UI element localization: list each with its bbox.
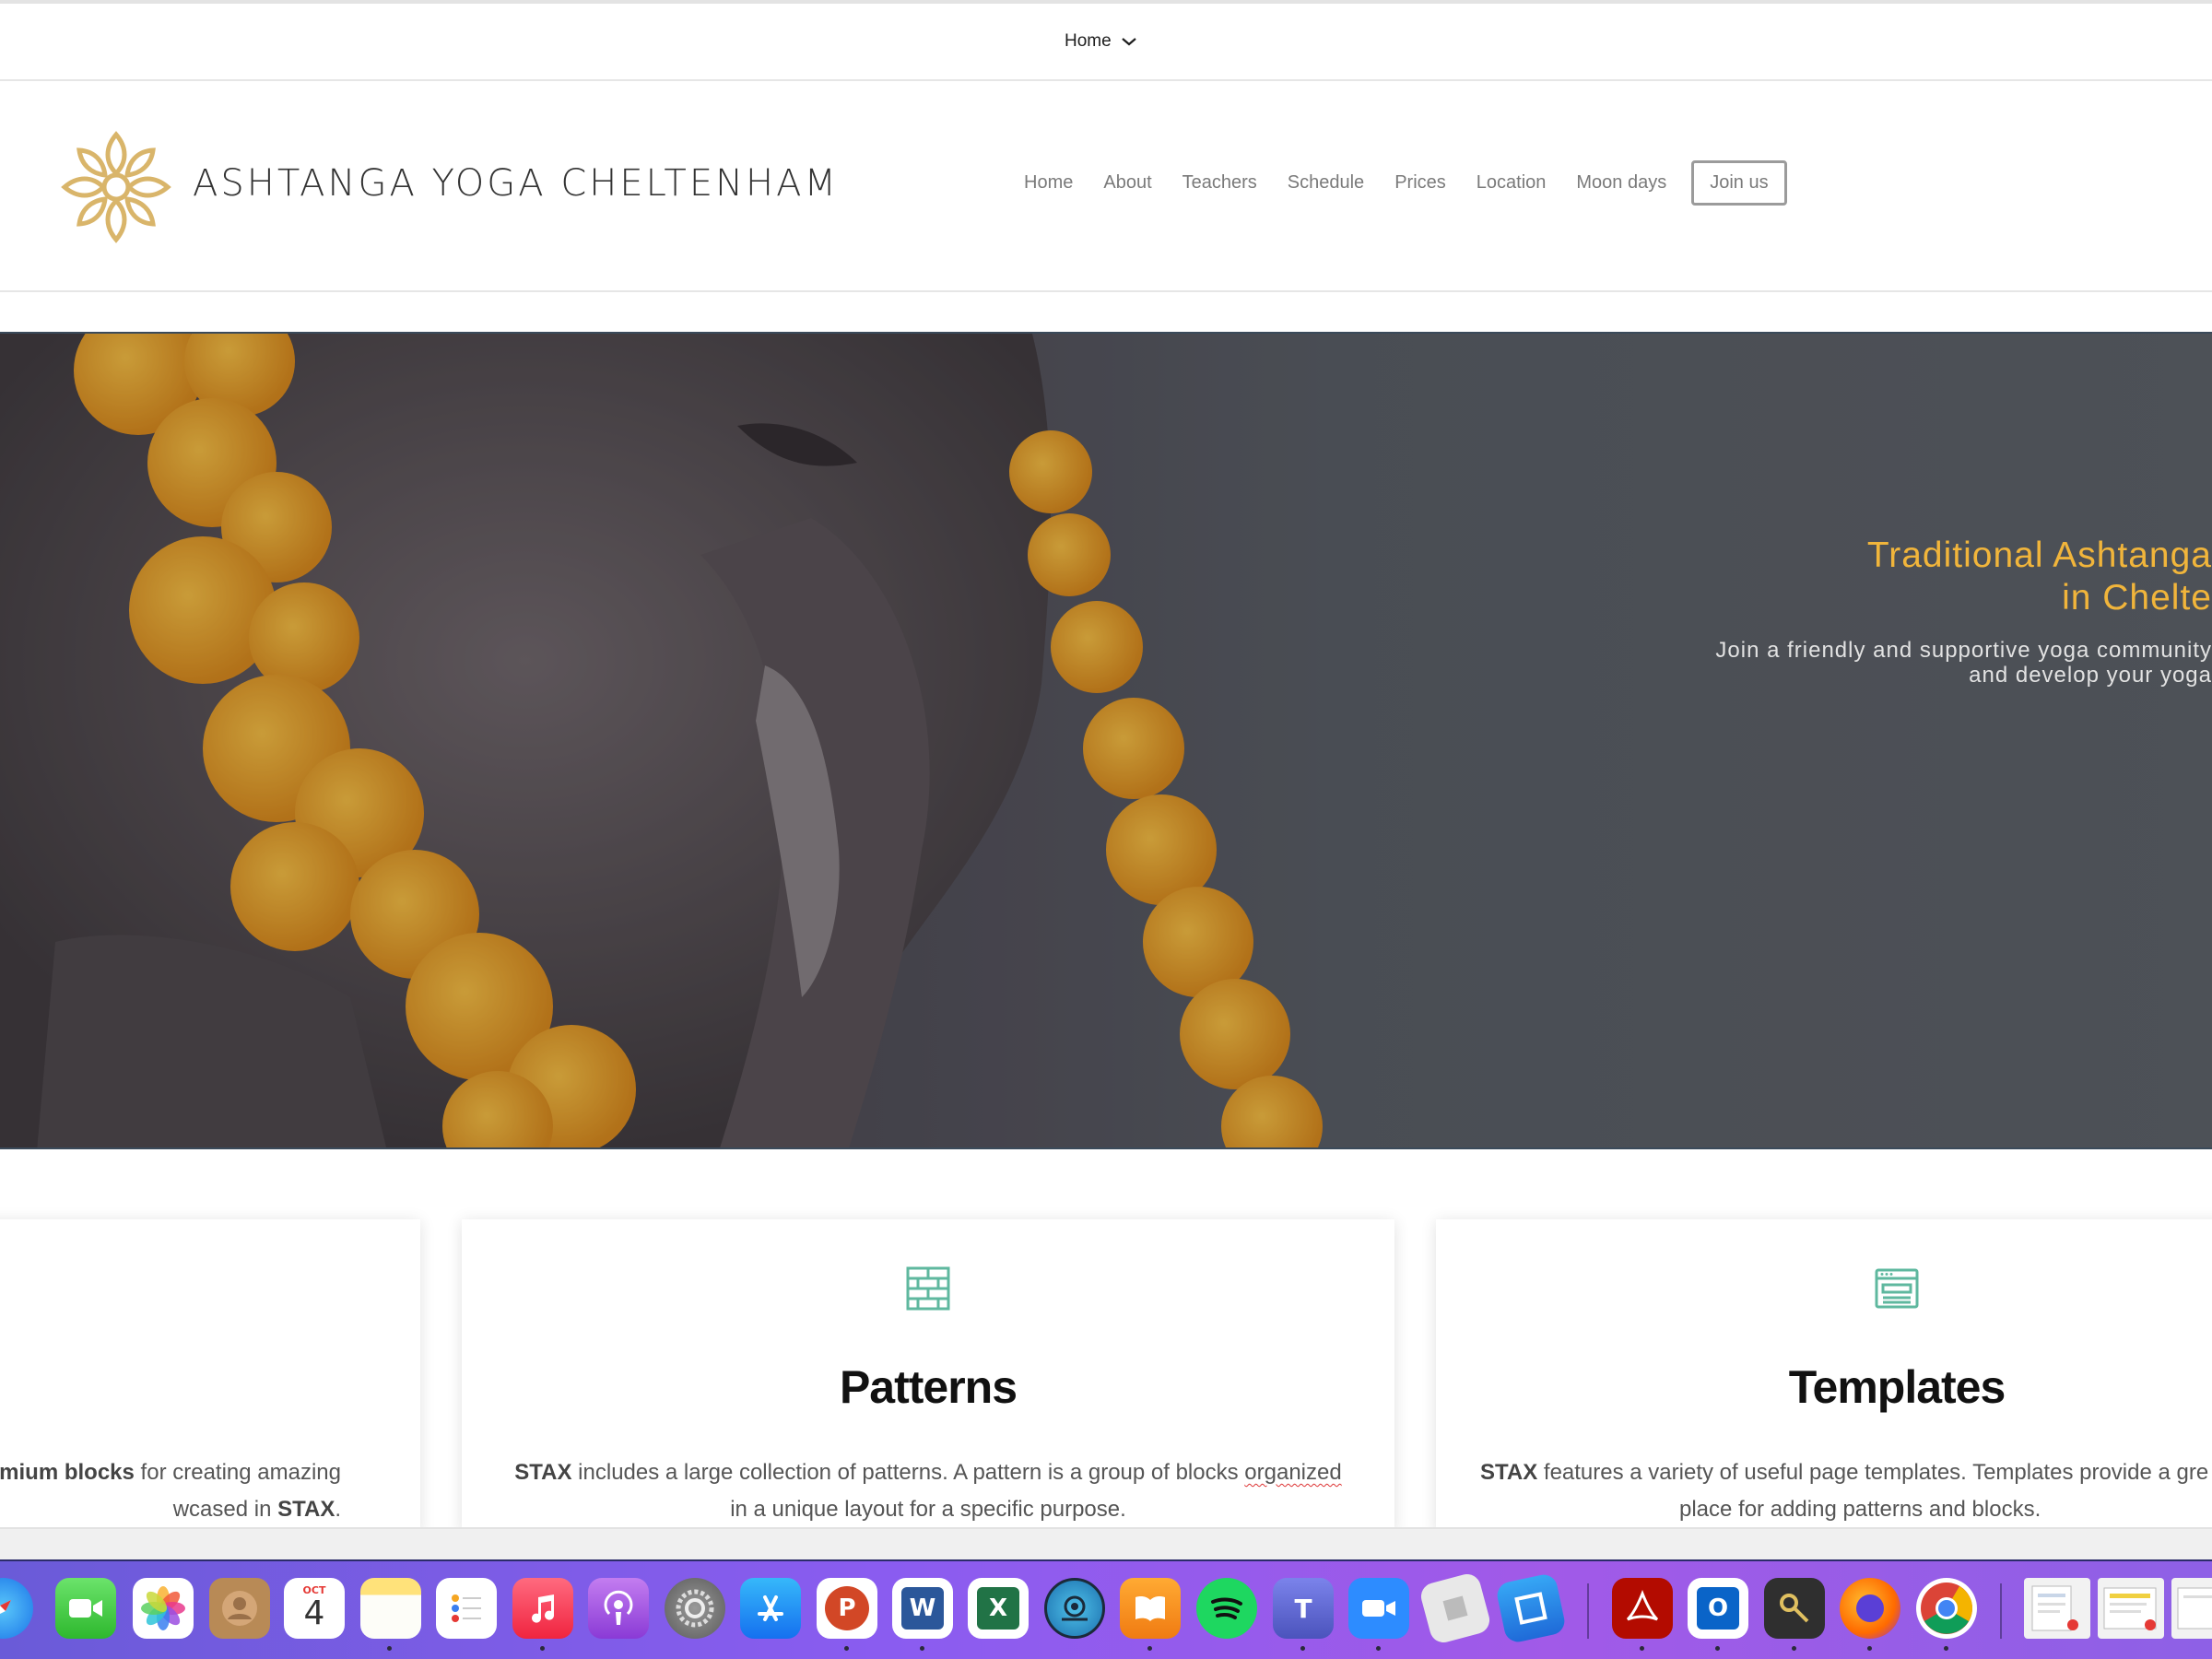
- chrome-icon[interactable]: [1916, 1578, 1977, 1639]
- nav-location[interactable]: Location: [1477, 172, 1547, 194]
- hero-banner: Traditional Ashtanga in Chelte Join a fr…: [0, 332, 2212, 1149]
- running-indicator: [920, 1646, 924, 1651]
- calendar-day: 4: [303, 1594, 325, 1632]
- hero-title-line-1: Traditional Ashtanga: [1866, 535, 2212, 575]
- card-text: in a unique layout for a specific purpos…: [730, 1497, 1126, 1522]
- browser-viewport: { "editor_bar": { "page_label": "Home" }…: [0, 0, 2212, 1659]
- running-indicator: [1792, 1646, 1796, 1651]
- card-text: for creating amazing: [134, 1460, 341, 1485]
- document-stack-icon[interactable]: [2171, 1578, 2212, 1639]
- card-description: STAX features a variety of useful page t…: [1480, 1454, 2212, 1528]
- card-text-bold: mium blocks: [0, 1460, 135, 1485]
- macos-dock: OCT 4 P W X T O: [0, 1559, 2212, 1659]
- card-description: STAX includes a large collection of patt…: [499, 1454, 1358, 1528]
- document-stack-icon[interactable]: [2024, 1578, 2090, 1639]
- editor-top-bar: Home: [0, 0, 2212, 81]
- spellcheck-word[interactable]: organized: [1244, 1460, 1341, 1485]
- dock-separator: [2000, 1583, 2002, 1639]
- running-indicator: [387, 1646, 392, 1651]
- card-title: Templates: [1788, 1361, 2006, 1413]
- card-text: includes a large collection of patterns.…: [571, 1460, 1245, 1485]
- running-indicator: [1715, 1646, 1720, 1651]
- outlook-icon[interactable]: O: [1688, 1578, 1748, 1639]
- page-selector[interactable]: Home: [1065, 31, 1137, 52]
- feature-card-blocks: s mium blocks for creating amazing wcase…: [0, 1219, 420, 1533]
- excel-icon[interactable]: X: [968, 1578, 1029, 1639]
- roblox-studio-icon[interactable]: [1494, 1571, 1568, 1645]
- photos-icon[interactable]: [133, 1578, 194, 1639]
- acrobat-icon[interactable]: [1612, 1578, 1673, 1639]
- nav-teachers[interactable]: Teachers: [1182, 172, 1257, 194]
- document-stack-icon[interactable]: [2098, 1578, 2164, 1639]
- firefox-icon[interactable]: [1840, 1578, 1900, 1639]
- chevron-down-icon: [1121, 38, 1136, 46]
- hero-subtitle-line-2: and develop your yoga: [1969, 663, 2212, 688]
- site-title[interactable]: ASHTANGA YOGA CHELTENHAM: [193, 162, 839, 205]
- roblox-icon[interactable]: [1418, 1571, 1493, 1646]
- hero-subtitle: Join a friendly and supportive yoga comm…: [1715, 638, 2212, 688]
- notes-icon[interactable]: [360, 1578, 421, 1639]
- nav-prices[interactable]: Prices: [1394, 172, 1446, 194]
- podcasts-icon[interactable]: [588, 1578, 649, 1639]
- system-settings-icon[interactable]: [665, 1578, 725, 1639]
- card-text: features a variety of useful page templa…: [1537, 1460, 2209, 1485]
- nav-home[interactable]: Home: [1024, 172, 1073, 194]
- nav-about[interactable]: About: [1103, 172, 1151, 194]
- mandala-logo-icon[interactable]: [61, 127, 171, 247]
- teams-icon[interactable]: T: [1273, 1578, 1334, 1639]
- books-icon[interactable]: [1120, 1578, 1181, 1639]
- card-text-bold: STAX: [514, 1460, 572, 1485]
- hero-title-line-2: in Chelte: [2062, 578, 2212, 618]
- layout-template-icon: [1875, 1268, 1919, 1309]
- card-text: place for adding patterns and blocks.: [1679, 1497, 2041, 1522]
- feature-cards-section: s mium blocks for creating amazing wcase…: [0, 1149, 2212, 1533]
- calendar-icon[interactable]: OCT 4: [284, 1578, 345, 1639]
- keychain-icon[interactable]: [1764, 1578, 1825, 1639]
- feature-card-patterns: Patterns STAX includes a large collectio…: [462, 1219, 1394, 1533]
- feature-card-templates: Templates STAX features a variety of use…: [1436, 1219, 2212, 1533]
- running-indicator: [1640, 1646, 1644, 1651]
- screen-capture-icon[interactable]: [1044, 1578, 1105, 1639]
- dock-separator: [1587, 1583, 1589, 1639]
- facetime-icon[interactable]: [55, 1578, 116, 1639]
- running-indicator: [844, 1646, 849, 1651]
- zoom-icon[interactable]: [1348, 1578, 1409, 1639]
- site-header: ASHTANGA YOGA CHELTENHAM Home About Teac…: [0, 81, 2212, 292]
- running-indicator: [1867, 1646, 1872, 1651]
- spotify-icon[interactable]: [1196, 1578, 1257, 1639]
- reminders-icon[interactable]: [436, 1578, 497, 1639]
- browser-bottom-strip: [0, 1527, 2212, 1559]
- nav-schedule[interactable]: Schedule: [1288, 172, 1364, 194]
- hero-subtitle-line-1: Join a friendly and supportive yoga comm…: [1715, 638, 2212, 663]
- brick-wall-icon: [906, 1266, 950, 1311]
- music-icon[interactable]: [512, 1578, 573, 1639]
- nav-moon-days[interactable]: Moon days: [1576, 172, 1666, 194]
- running-indicator: [1147, 1646, 1152, 1651]
- contacts-icon[interactable]: [209, 1578, 270, 1639]
- powerpoint-icon[interactable]: P: [817, 1578, 877, 1639]
- ganesha-statue-image: [0, 334, 2212, 1147]
- hero-title: Traditional Ashtanga in Chelte: [1867, 535, 2212, 619]
- page-selector-label: Home: [1065, 31, 1112, 51]
- card-description: mium blocks for creating amazing wcased …: [0, 1454, 341, 1528]
- word-icon[interactable]: W: [892, 1578, 953, 1639]
- card-title: Patterns: [839, 1361, 1018, 1413]
- running-indicator: [1376, 1646, 1381, 1651]
- running-indicator: [1944, 1646, 1948, 1651]
- join-us-button[interactable]: Join us: [1691, 160, 1787, 206]
- card-text: wcased in: [172, 1497, 278, 1522]
- main-navigation: Home About Teachers Schedule Prices Loca…: [1024, 160, 1787, 206]
- card-text-bold: STAX: [1480, 1460, 1538, 1485]
- card-text: .: [335, 1497, 341, 1522]
- card-text-bold: STAX: [277, 1497, 335, 1522]
- running-indicator: [540, 1646, 545, 1651]
- app-store-icon[interactable]: [740, 1578, 801, 1639]
- safari-icon[interactable]: [0, 1578, 33, 1639]
- running-indicator: [1300, 1646, 1305, 1651]
